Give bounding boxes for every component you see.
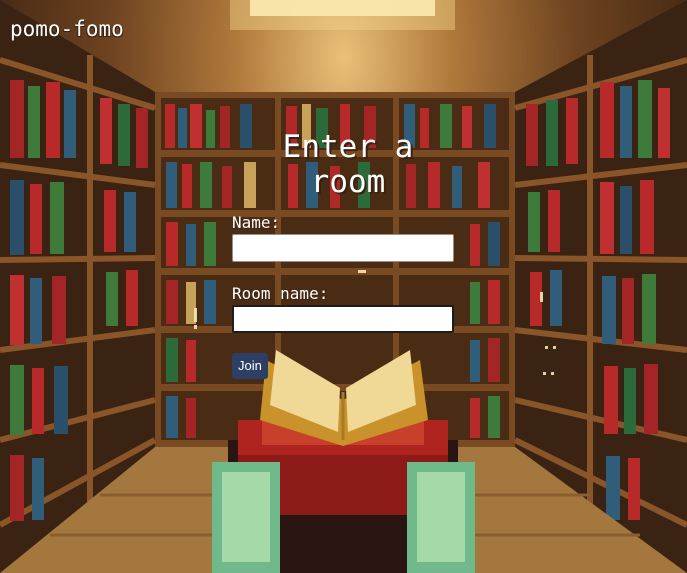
app-brand: pomo-fomo [10,17,124,41]
join-button[interactable]: Join [232,353,268,379]
app-root: pomo-fomo Enter a room Name: Room name: … [0,0,687,573]
room-name-input[interactable] [232,305,454,333]
name-label: Name: [232,213,281,232]
join-room-form: Enter a room Name: Room name: Join [232,130,454,379]
room-name-label: Room name: [232,284,329,303]
page-title: Enter a room [282,129,414,200]
name-input[interactable] [232,234,454,262]
